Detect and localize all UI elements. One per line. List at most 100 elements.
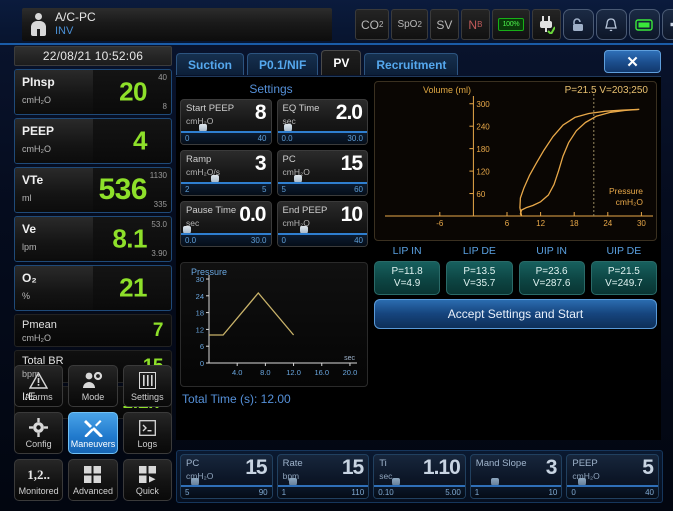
close-button[interactable]: ✕	[604, 50, 661, 73]
uip-in-header: UIP IN	[536, 245, 567, 257]
measurement-vte[interactable]: VTe ml 536 1130 335	[14, 167, 172, 213]
svg-text:240: 240	[476, 123, 490, 132]
power-plug-indicator[interactable]	[531, 9, 561, 40]
sv-label: SV	[436, 17, 453, 32]
measurement-o2[interactable]: O₂ % 21	[14, 265, 172, 311]
screen-button[interactable]	[628, 9, 660, 40]
measurement-pmean[interactable]: Pmean cmH₂O 7	[14, 314, 172, 347]
setting-pc[interactable]: PC cmH₂O 15 5 60	[276, 150, 368, 196]
lip-de-header: LIP DE	[462, 245, 496, 257]
grid-play-icon	[138, 465, 156, 485]
tab-suction[interactable]: Suction	[176, 53, 244, 75]
uip-in-card[interactable]: P=23.6 V=287.6	[518, 261, 585, 295]
settings-button[interactable]: Settings	[122, 365, 172, 407]
logs-label: Logs	[137, 438, 158, 449]
accept-settings-button[interactable]: Accept Settings and Start	[374, 299, 657, 329]
measurement-pinsp[interactable]: PInsp cmH₂O 20 40 8	[14, 69, 172, 115]
battery-icon: 100%	[497, 18, 524, 31]
measurement-ve[interactable]: Ve lpm 8.1 53.0 3.90	[14, 216, 172, 262]
end-peep-label: End PEEP	[282, 205, 328, 216]
patient-mode-box[interactable]: A/C-PC INV	[22, 8, 332, 41]
svg-text:180: 180	[476, 145, 490, 154]
pause-time-value: 0.0	[239, 203, 266, 226]
param-peep[interactable]: PEEP cmH₂O 5 0 40	[566, 454, 659, 499]
tab-p01-nif[interactable]: P0.1/NIF	[247, 53, 319, 75]
o2-value: 21	[119, 272, 147, 303]
lock-button[interactable]	[562, 9, 594, 40]
lip-de-card[interactable]: P=13.5 V=35.7	[446, 261, 513, 295]
param-mand-slope[interactable]: Mand Slope 3 1 10	[469, 454, 563, 499]
pinsp-value: 20	[119, 76, 147, 107]
param-peep-min: 0	[571, 488, 576, 497]
lip-in-card[interactable]: P=11.8 V=4.9	[374, 261, 441, 295]
status-icon-bar: CO 2 SpO 2 SV NB 100%	[355, 9, 673, 40]
plus-button[interactable]	[661, 9, 673, 40]
maneuvers-button[interactable]: Maneuvers	[68, 412, 118, 454]
peep-label: PEEP	[22, 124, 55, 138]
ramp-min: 2	[185, 185, 190, 194]
pause-time-min: 0.0	[185, 236, 197, 245]
advanced-button[interactable]: Advanced	[68, 459, 118, 501]
ie-label: I:E	[22, 391, 36, 403]
param-peep-label: PEEP	[572, 458, 598, 469]
svg-text:6: 6	[505, 219, 510, 228]
ve-unit: lpm	[22, 242, 37, 252]
param-peep-value: 5	[642, 456, 654, 479]
pmean-value: 7	[152, 319, 164, 341]
monitored-button[interactable]: 1,2.. Monitored	[14, 459, 64, 501]
uip-de-volume: V=249.7	[605, 278, 643, 289]
param-rate[interactable]: Rate bpm 15 1 110	[276, 454, 370, 499]
spo2-indicator[interactable]: SpO 2	[391, 9, 428, 40]
sv-indicator[interactable]: SV	[429, 9, 459, 40]
user-gear-icon	[82, 371, 103, 391]
pmean-unit: cmH₂O	[22, 333, 51, 343]
quick-label: Quick	[135, 485, 159, 496]
vte-unit: ml	[22, 193, 32, 203]
uip-de-pressure: P=21.5	[607, 265, 640, 277]
svg-text:4.0: 4.0	[232, 368, 242, 377]
inflection-headers: LIP IN LIP DE UIP IN UIP DE	[374, 245, 657, 257]
param-pc[interactable]: PC cmH₂O 15 5 90	[180, 454, 273, 499]
battery-indicator[interactable]: 100%	[491, 9, 530, 40]
mode-button[interactable]: Mode	[68, 365, 118, 407]
svg-text:12: 12	[196, 325, 204, 334]
setting-end-peep[interactable]: End PEEP cmH₂O 10 0 40	[276, 201, 368, 247]
nb-indicator[interactable]: NB	[460, 9, 490, 40]
setting-ramp[interactable]: Ramp cmH₂O/s 3 25	[180, 150, 272, 196]
lock-icon	[573, 17, 584, 31]
logs-button[interactable]: Logs	[122, 412, 172, 454]
svg-text:24: 24	[603, 219, 612, 228]
ve-low-limit: 3.90	[151, 249, 167, 258]
pc-setting-label: PC	[282, 154, 296, 165]
mode-label: Mode	[81, 391, 105, 402]
pmean-label: Pmean	[22, 319, 57, 331]
tab-pv[interactable]: PV	[321, 50, 362, 75]
alarm-bell-button[interactable]	[595, 9, 627, 40]
param-pc-label: PC	[186, 458, 200, 469]
terminal-icon	[138, 418, 156, 438]
lip-in-pressure: P=11.8	[391, 265, 423, 277]
pressure-chart-svg: 06121824304.0 8.0 12.0 16.0 20.0sec	[196, 275, 357, 377]
svg-text:60: 60	[476, 190, 485, 199]
setting-eq-time[interactable]: EQ Time sec 2.0 0.0 30.0	[276, 99, 368, 145]
screen-icon	[635, 18, 654, 31]
quick-button[interactable]: Quick	[122, 459, 172, 501]
uip-de-card[interactable]: P=21.5 V=249.7	[590, 261, 657, 295]
ventilation-type-label: INV	[55, 25, 74, 38]
param-ti[interactable]: Ti sec 1.10 0.10 5.00	[373, 454, 466, 499]
eq-time-label: EQ Time	[282, 103, 320, 114]
pause-time-max: 30.0	[250, 236, 267, 245]
advanced-label: Advanced	[72, 485, 113, 496]
svg-text:sec: sec	[344, 355, 355, 362]
alarm-bell-icon	[605, 17, 618, 31]
param-rate-label: Rate	[282, 458, 303, 469]
eq-time-max: 30.0	[347, 134, 363, 143]
tab-recruitment[interactable]: Recruitment	[364, 53, 459, 75]
setting-pause-time[interactable]: Pause Time sec 0.0 0.0 30.0	[180, 201, 272, 247]
measurement-peep[interactable]: PEEP cmH₂O 4	[14, 118, 172, 164]
uip-in-volume: V=287.6	[532, 278, 571, 289]
setting-start-peep[interactable]: Start PEEP cmH₂O 8 0 40	[180, 99, 272, 145]
config-button[interactable]: Config	[14, 412, 64, 454]
co2-indicator[interactable]: CO 2	[355, 9, 390, 40]
param-pc-value: 15	[245, 456, 267, 479]
